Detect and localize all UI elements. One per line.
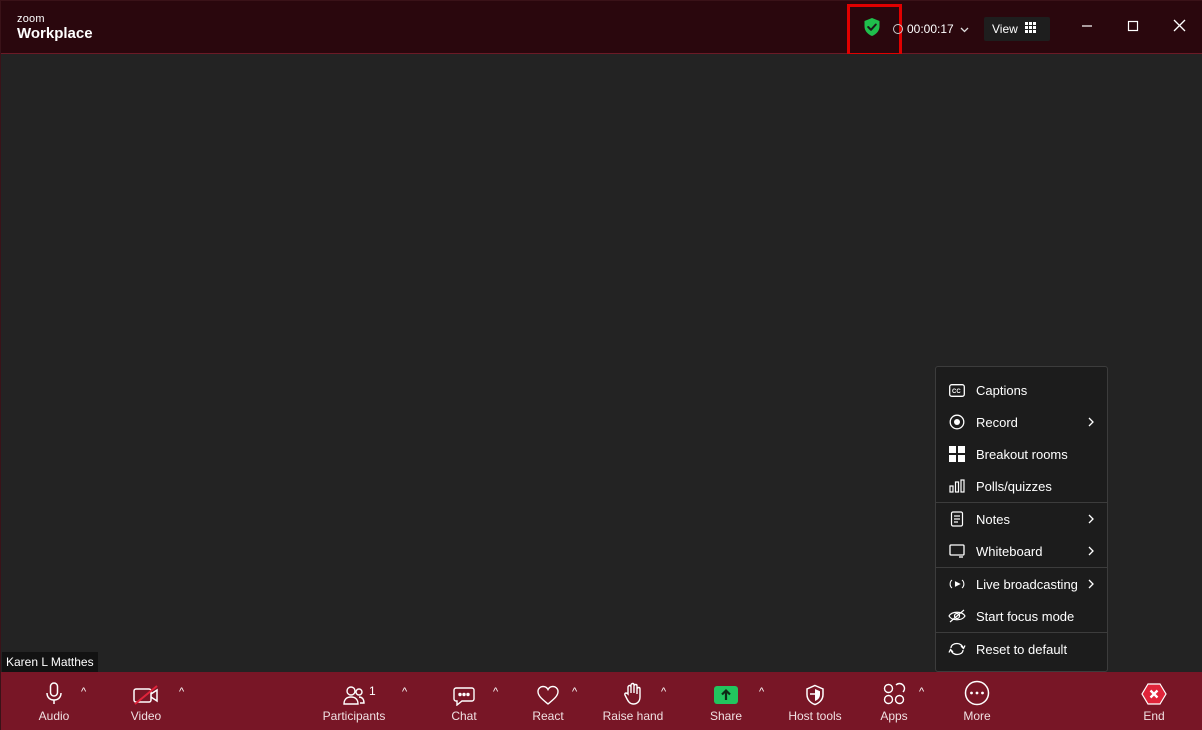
host-tools-label: Host tools [788, 709, 842, 723]
participant-name-tag: Karen L Matthes [2, 652, 98, 672]
chevron-right-icon [1088, 577, 1094, 592]
chat-label: Chat [451, 709, 477, 723]
brand-zoom-text: zoom [17, 13, 45, 25]
end-icon [1141, 672, 1167, 708]
live-broadcast-icon [948, 575, 966, 593]
zoom-logo: zoom Workplace [17, 13, 93, 43]
record-icon [948, 413, 966, 431]
menu-item-whiteboard[interactable]: Whiteboard [936, 535, 1107, 567]
react-label: React [532, 709, 564, 723]
menu-item-label: Whiteboard [976, 543, 1043, 559]
grid-view-icon [1024, 22, 1036, 36]
clock-icon [893, 24, 903, 34]
close-icon [1173, 19, 1186, 37]
svg-text:CC: CC [952, 389, 961, 395]
meeting-toolbar: Audio ^ Video ^ Participants ^ Chat ^ Re… [1, 672, 1202, 730]
menu-item-focus-mode[interactable]: Start focus mode [936, 600, 1107, 632]
video-options-caret[interactable]: ^ [179, 686, 184, 698]
participants-button[interactable]: Participants [321, 672, 387, 730]
video-stage: Karen L Matthes CC Captions Record Break [1, 54, 1202, 672]
audio-label: Audio [38, 709, 70, 723]
menu-item-label: Breakout rooms [976, 446, 1068, 462]
notes-icon [948, 510, 966, 528]
raise-hand-label: Raise hand [602, 709, 664, 723]
menu-item-label: Reset to default [976, 641, 1068, 657]
participants-count-badge: 1 [369, 684, 376, 698]
menu-item-reset[interactable]: Reset to default [936, 633, 1107, 665]
raised-hand-icon [622, 672, 644, 708]
apps-button[interactable]: Apps [874, 672, 914, 730]
breakout-rooms-icon [948, 445, 966, 463]
menu-item-label: Notes [976, 511, 1010, 527]
meeting-timer[interactable]: 00:00:17 [893, 20, 969, 38]
menu-item-breakout-rooms[interactable]: Breakout rooms [936, 438, 1107, 470]
heart-icon [536, 672, 560, 708]
chevron-right-icon [1088, 544, 1094, 559]
share-screen-icon [713, 672, 739, 708]
menu-item-label: Polls/quizzes [976, 478, 1052, 494]
maximize-icon [1127, 19, 1139, 37]
react-options-caret[interactable]: ^ [572, 686, 577, 698]
menu-item-polls[interactable]: Polls/quizzes [936, 470, 1107, 502]
video-button[interactable]: Video [126, 672, 166, 730]
chat-options-caret[interactable]: ^ [493, 686, 498, 698]
chat-button[interactable]: Chat [444, 672, 484, 730]
whiteboard-icon [948, 542, 966, 560]
more-button[interactable]: More [957, 672, 997, 730]
timer-text: 00:00:17 [907, 22, 954, 36]
audio-button[interactable]: Audio [34, 672, 74, 730]
video-off-icon [132, 672, 160, 708]
participants-label: Participants [322, 709, 386, 723]
view-label: View [992, 22, 1018, 36]
zoom-meeting-window: zoom Workplace 00:00:17 View Karen L Mat… [0, 0, 1202, 730]
menu-item-live-broadcasting[interactable]: Live broadcasting [936, 568, 1107, 600]
menu-item-label: Start focus mode [976, 608, 1075, 624]
shield-icon [805, 672, 825, 708]
reset-icon [948, 640, 966, 658]
menu-item-record[interactable]: Record [936, 406, 1107, 438]
chevron-right-icon [1088, 415, 1094, 430]
close-window-button[interactable] [1167, 16, 1191, 40]
share-label: Share [709, 709, 743, 723]
raise-hand-options-caret[interactable]: ^ [661, 686, 666, 698]
host-tools-button[interactable]: Host tools [785, 672, 845, 730]
react-button[interactable]: React [528, 672, 568, 730]
audio-options-caret[interactable]: ^ [81, 686, 86, 698]
menu-item-label: Record [976, 414, 1018, 430]
participants-icon [343, 672, 365, 708]
more-label: More [963, 709, 991, 723]
menu-item-label: Live broadcasting [976, 576, 1078, 592]
polls-icon [948, 477, 966, 495]
raise-hand-button[interactable]: Raise hand [601, 672, 665, 730]
more-icon [964, 672, 990, 708]
video-label: Video [130, 709, 162, 723]
share-options-caret[interactable]: ^ [759, 686, 764, 698]
apps-label: Apps [880, 709, 908, 723]
end-meeting-button[interactable]: End [1134, 672, 1174, 730]
chat-icon [452, 672, 476, 708]
apps-options-caret[interactable]: ^ [919, 686, 924, 698]
focus-mode-icon [948, 607, 966, 625]
title-bar: zoom Workplace 00:00:17 View [1, 1, 1202, 56]
minimize-icon [1081, 19, 1093, 37]
minimize-button[interactable] [1075, 16, 1099, 40]
chevron-right-icon [1088, 512, 1094, 527]
captions-icon: CC [948, 381, 966, 399]
chevron-down-icon [960, 22, 969, 36]
apps-icon [882, 672, 906, 708]
share-button[interactable]: Share [706, 672, 746, 730]
participants-options-caret[interactable]: ^ [402, 686, 407, 698]
microphone-icon [45, 672, 63, 708]
brand-workplace-text: Workplace [17, 25, 93, 42]
menu-item-label: Captions [976, 382, 1028, 398]
more-menu: CC Captions Record Breakout rooms Polls/… [935, 366, 1108, 672]
view-button[interactable]: View [984, 17, 1050, 41]
menu-item-notes[interactable]: Notes [936, 503, 1107, 535]
menu-item-captions[interactable]: CC Captions [936, 374, 1107, 406]
end-label: End [1143, 709, 1165, 723]
shield-check-icon[interactable] [864, 17, 881, 42]
maximize-button[interactable] [1121, 16, 1145, 40]
